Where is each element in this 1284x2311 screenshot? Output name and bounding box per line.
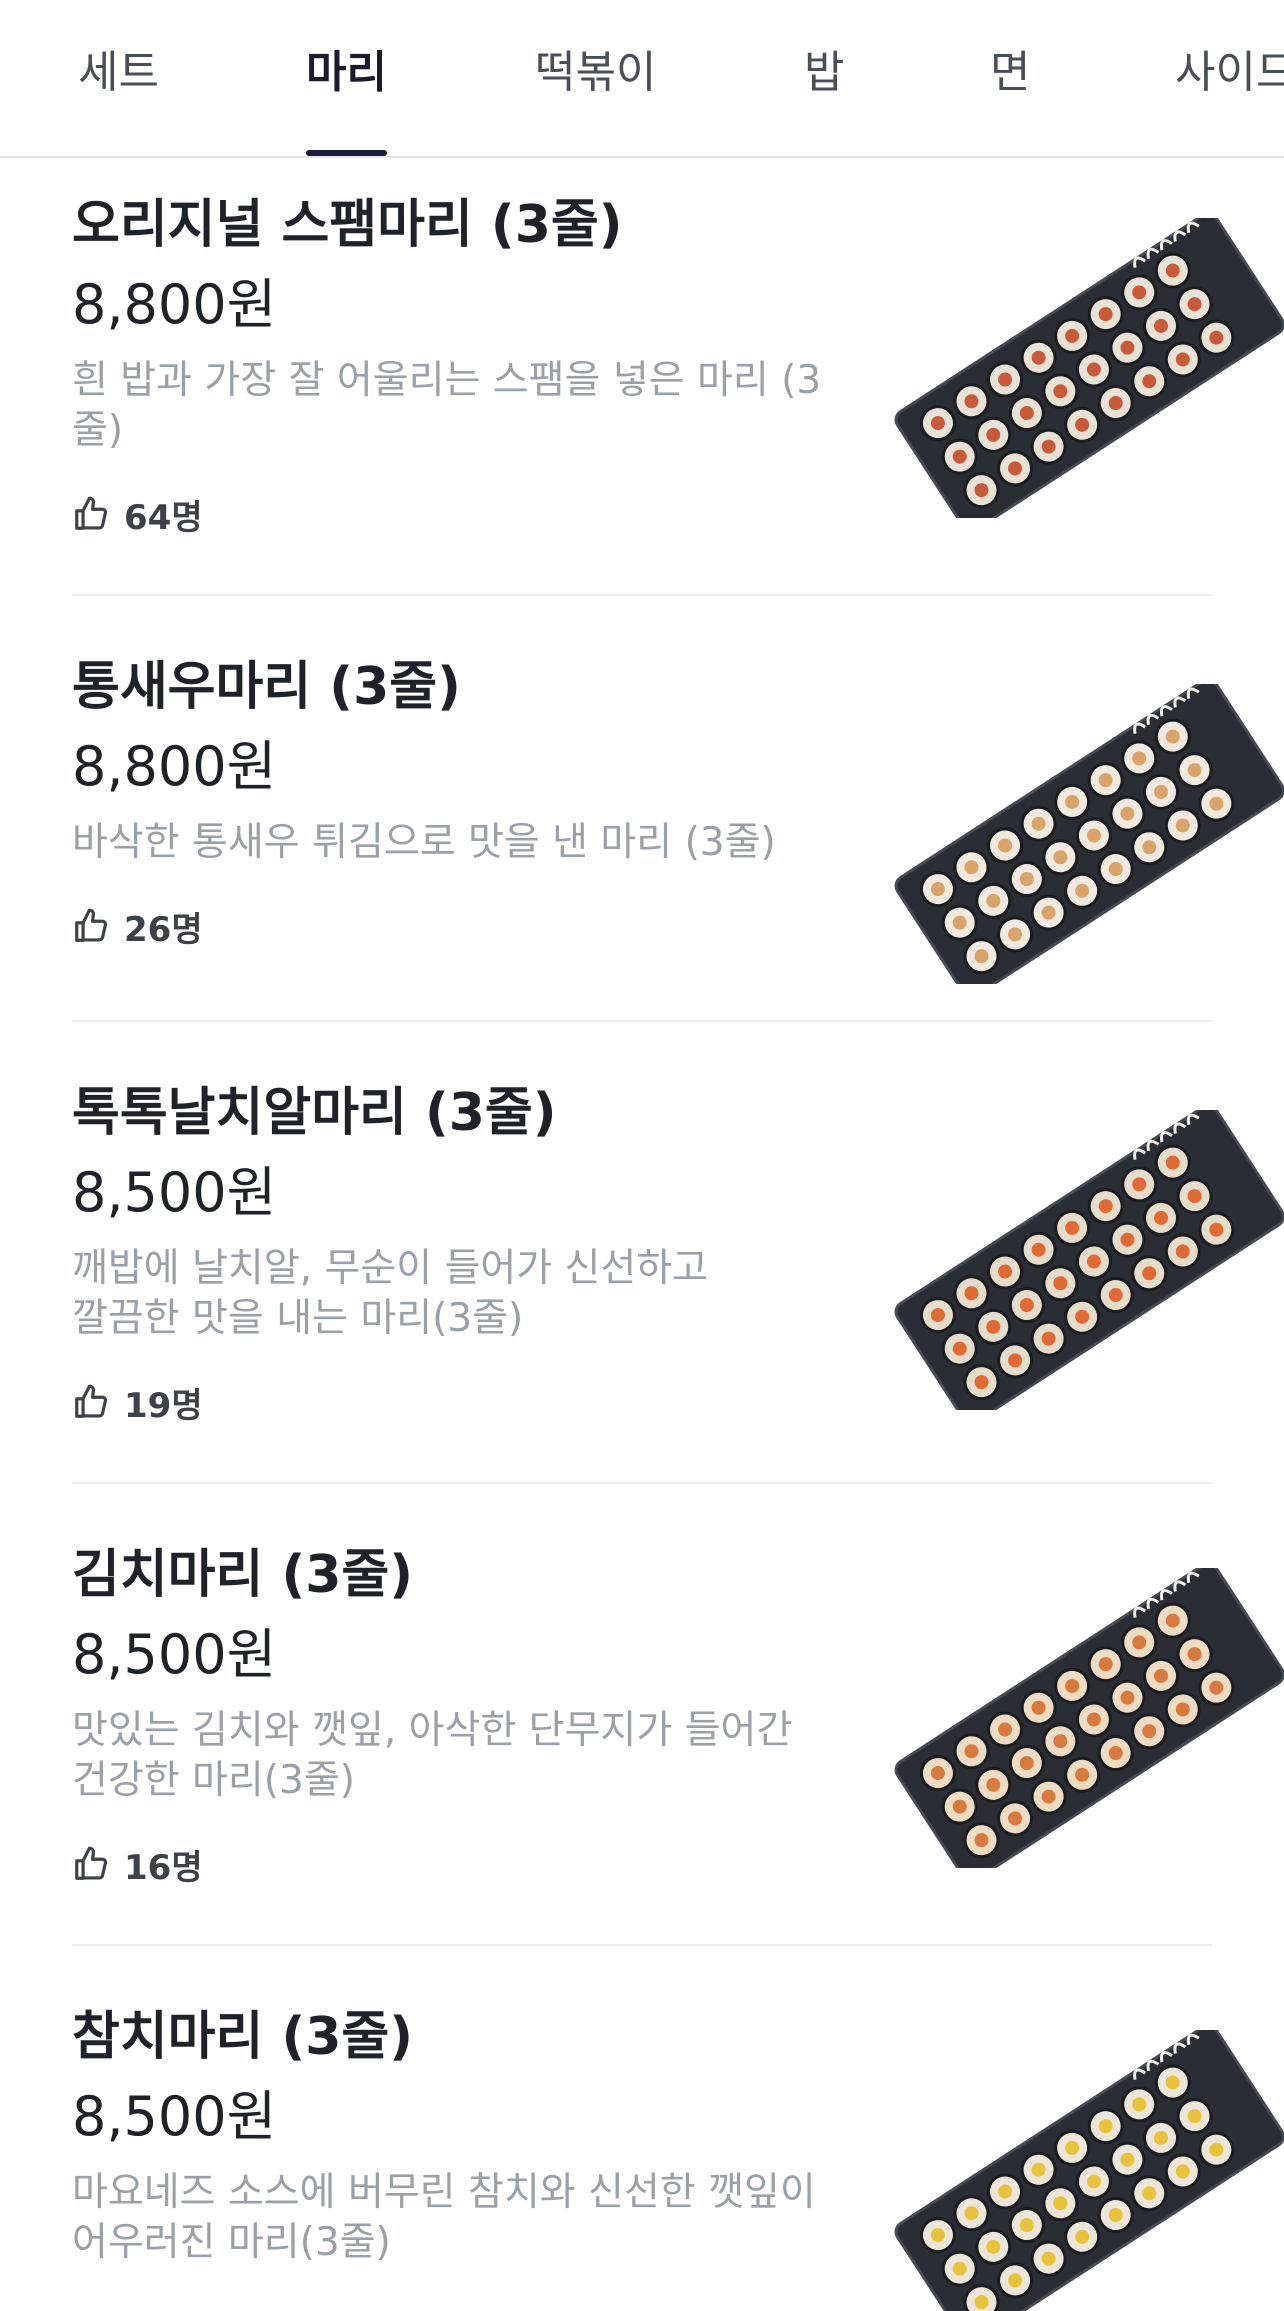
like-count-text: 16명 bbox=[124, 1847, 203, 1888]
tab-tteokbokki[interactable]: 떡볶이 bbox=[535, 0, 656, 156]
category-tab-bar: 세트 마리 떡볶이 밥 면 사이드 bbox=[0, 0, 1284, 158]
like-count-text: 26명 bbox=[124, 909, 203, 950]
menu-item-image bbox=[894, 218, 1284, 518]
menu-item-description: 맛있는 김치와 깻잎, 아삭한 단무지가 들어간 건강한 마리(3줄) bbox=[72, 1708, 793, 1803]
menu-item-description: 마요네즈 소스에 버무린 참치와 신선한 깻잎이 어우러진 마리(3줄) bbox=[72, 2170, 816, 2265]
tab-noodle[interactable]: 면 bbox=[990, 0, 1030, 156]
menu-item-price: 8,800원 bbox=[72, 273, 277, 336]
menu-item-name: 통새우마리 (3줄) bbox=[72, 657, 461, 717]
tab-side[interactable]: 사이드 bbox=[1175, 0, 1284, 156]
divider bbox=[72, 1944, 1212, 1946]
divider bbox=[72, 1020, 1212, 1022]
divider bbox=[72, 1482, 1212, 1484]
like-count[interactable]: 26명 bbox=[72, 906, 203, 950]
menu-item-name: 김치마리 (3줄) bbox=[72, 1545, 414, 1605]
menu-item-image bbox=[894, 1110, 1284, 1410]
divider bbox=[72, 594, 1212, 596]
menu-item-image bbox=[894, 1568, 1284, 1868]
menu-item-image bbox=[894, 684, 1284, 984]
menu-item-price: 8,500원 bbox=[72, 2085, 277, 2148]
menu-item-price: 8,500원 bbox=[72, 1623, 277, 1686]
menu-item-name: 참치마리 (3줄) bbox=[72, 2007, 414, 2067]
menu-item-image bbox=[894, 2030, 1284, 2311]
thumbs-up-icon bbox=[75, 1384, 108, 1418]
tab-rice[interactable]: 밥 bbox=[804, 0, 844, 156]
menu-item-description: 흰 밥과 가장 잘 어울리는 스팸을 넣은 마리 (3줄) bbox=[72, 358, 822, 453]
menu-item-name: 톡톡날치알마리 (3줄) bbox=[72, 1083, 557, 1143]
like-count[interactable]: 64명 bbox=[72, 494, 203, 538]
menu-item[interactable]: 오리지널 스팸마리 (3줄) 8,800원 흰 밥과 가장 잘 어울리는 스팸을… bbox=[72, 180, 1284, 600]
like-count[interactable]: 16명 bbox=[72, 1844, 203, 1888]
menu-item-description: 깨밥에 날치알, 무순이 들어가 신선하고 깔끔한 맛을 내는 마리(3줄) bbox=[72, 1246, 709, 1341]
menu-item-price: 8,500원 bbox=[72, 1161, 277, 1224]
menu-item[interactable]: 통새우마리 (3줄) 8,800원 바삭한 통새우 튀김으로 맛을 낸 마리 (… bbox=[72, 642, 1284, 1022]
like-count[interactable]: 19명 bbox=[72, 1382, 203, 1426]
menu-item-description: 바삭한 통새우 튀김으로 맛을 낸 마리 (3줄) bbox=[72, 820, 776, 865]
like-count-text: 19명 bbox=[124, 1385, 203, 1426]
thumbs-up-icon bbox=[75, 1846, 108, 1880]
menu-item[interactable]: 톡톡날치알마리 (3줄) 8,500원 깨밥에 날치알, 무순이 들어가 신선하… bbox=[72, 1068, 1284, 1488]
tab-set[interactable]: 세트 bbox=[78, 0, 159, 156]
thumbs-up-icon bbox=[75, 496, 108, 530]
thumbs-up-icon bbox=[75, 908, 108, 942]
menu-item-price: 8,800원 bbox=[72, 735, 277, 798]
tab-mari[interactable]: 마리 bbox=[306, 0, 387, 156]
menu-item[interactable]: 김치마리 (3줄) 8,500원 맛있는 김치와 깻잎, 아삭한 단무지가 들어… bbox=[72, 1530, 1284, 1950]
like-count-text: 64명 bbox=[124, 497, 203, 538]
menu-item[interactable]: 참치마리 (3줄) 8,500원 마요네즈 소스에 버무린 참치와 신선한 깻잎… bbox=[72, 1992, 1284, 2311]
menu-item-name: 오리지널 스팸마리 (3줄) bbox=[72, 195, 623, 255]
